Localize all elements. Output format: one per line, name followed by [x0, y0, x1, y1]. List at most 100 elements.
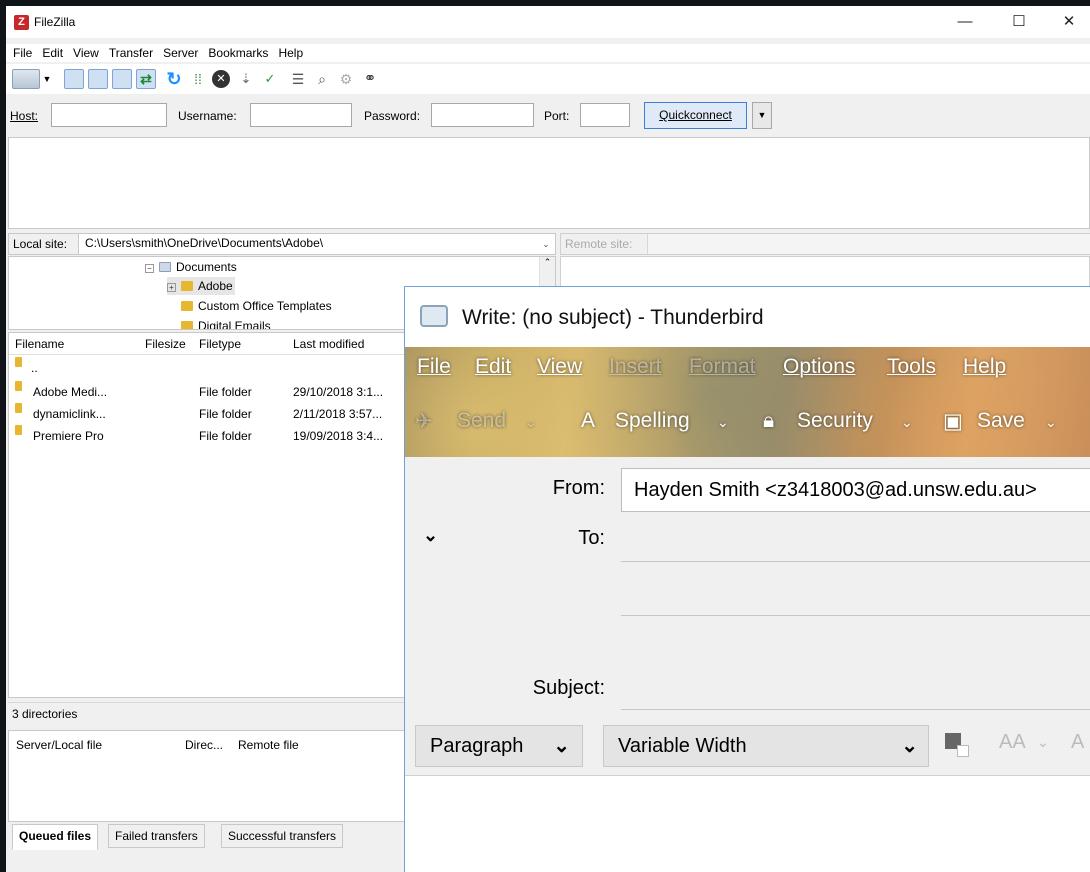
column-filesize[interactable]: Filesize: [145, 337, 186, 351]
menu-view[interactable]: View: [68, 44, 104, 62]
column-last-modified[interactable]: Last modified: [293, 337, 364, 351]
save-button[interactable]: Save: [977, 409, 1025, 433]
folder-icon: [181, 301, 193, 311]
menu-help[interactable]: Help: [273, 44, 308, 62]
compare-directories-icon[interactable]: ⌕: [312, 69, 332, 89]
queue-column-direction[interactable]: Direc...: [185, 738, 223, 752]
compose-toolbar-banner: File Edit View Insert Format Options Too…: [405, 347, 1090, 457]
tb-menu-help[interactable]: Help: [963, 355, 1006, 379]
quickconnect-dropdown-icon[interactable]: ▼: [752, 102, 772, 129]
tb-menu-tools[interactable]: Tools: [887, 355, 936, 379]
to-label: To:: [578, 527, 605, 549]
tree-item-adobe[interactable]: + Adobe: [167, 277, 235, 295]
to-field[interactable]: [621, 561, 1090, 562]
paragraph-select[interactable]: Paragraph ⌄: [415, 725, 583, 767]
tab-successful-transfers[interactable]: Successful transfers: [221, 824, 344, 848]
background-color-icon[interactable]: [957, 745, 969, 757]
folder-icon: [181, 281, 193, 291]
username-input[interactable]: [250, 103, 352, 127]
compose-menu-bar: File Edit View Insert Format Options Too…: [405, 355, 1090, 385]
tree-item-custom-office-templates[interactable]: Custom Office Templates: [181, 297, 332, 315]
menu-bookmarks[interactable]: Bookmarks: [203, 44, 273, 62]
reconnect-icon[interactable]: ✓: [260, 69, 280, 89]
column-filetype[interactable]: Filetype: [199, 337, 241, 351]
save-dropdown-icon[interactable]: ⌄: [1045, 414, 1057, 431]
filetype-cell: File folder: [199, 407, 252, 421]
spelling-icon: A: [581, 409, 596, 432]
local-path-dropdown-icon[interactable]: ⌄: [539, 234, 553, 254]
site-manager-icon[interactable]: [12, 69, 40, 89]
port-input[interactable]: [580, 103, 630, 127]
port-label: Port:: [544, 109, 570, 123]
modified-cell: 2/11/2018 3:57...: [293, 407, 383, 421]
compose-toolbar: ✈ Send ⌄ A Spelling ⌄ 🔒︎ Security ⌄ ▣ Sa…: [405, 405, 1090, 441]
font-style-icon: A: [1071, 731, 1085, 753]
menu-file[interactable]: File: [6, 44, 37, 62]
tree-label: Digital Emails: [198, 319, 271, 330]
close-button[interactable]: ✕: [1046, 6, 1090, 38]
lock-icon: 🔒︎: [763, 409, 775, 432]
search-files-icon[interactable]: ⚭: [360, 69, 380, 89]
local-site-path[interactable]: C:\Users\smith\OneDrive\Documents\Adobe\: [78, 234, 555, 254]
tree-item-partial[interactable]: Digital Emails: [181, 317, 271, 330]
save-icon: ▣: [943, 410, 963, 433]
toggle-message-log-icon[interactable]: [64, 69, 84, 89]
font-select[interactable]: Variable Width ⌄: [603, 725, 929, 767]
tb-menu-view[interactable]: View: [537, 355, 582, 379]
compose-envelope-icon: [420, 305, 448, 327]
maximize-button[interactable]: ☐: [996, 6, 1042, 38]
window-title: FileZilla: [34, 15, 76, 29]
cc-field[interactable]: [621, 615, 1090, 616]
filezilla-logo-icon: Z: [14, 15, 29, 30]
toggle-local-tree-icon[interactable]: [88, 69, 108, 89]
remote-site-path[interactable]: [647, 234, 1090, 254]
security-dropdown-icon[interactable]: ⌄: [901, 414, 913, 431]
message-log[interactable]: [8, 137, 1090, 229]
thunderbird-compose-window: Write: (no subject) - Thunderbird File E…: [404, 286, 1090, 872]
tb-menu-options[interactable]: Options: [783, 355, 855, 379]
tab-queued-files[interactable]: Queued files: [12, 824, 99, 850]
tb-menu-insert: Insert: [609, 355, 662, 378]
filename-cell: dynamiclink...: [33, 407, 106, 421]
chevron-down-icon: ⌄: [901, 735, 918, 757]
chevron-down-icon: ⌄: [553, 735, 570, 757]
menu-edit[interactable]: Edit: [37, 44, 68, 62]
queue-column-server-local[interactable]: Server/Local file: [16, 738, 102, 752]
refresh-icon[interactable]: ↻: [164, 69, 184, 89]
cancel-operation-icon[interactable]: ✕: [212, 70, 230, 88]
directory-filter-icon[interactable]: ☰: [288, 69, 308, 89]
toggle-transfer-queue-icon[interactable]: ⇄: [136, 69, 156, 89]
spelling-button[interactable]: Spelling: [615, 409, 690, 433]
message-body-editor[interactable]: [405, 775, 1090, 872]
disconnect-icon[interactable]: ⇣: [236, 69, 256, 89]
tab-failed-transfers[interactable]: Failed transfers: [108, 824, 205, 848]
send-button: Send: [457, 409, 507, 432]
subject-field[interactable]: [621, 709, 1090, 710]
password-input[interactable]: [431, 103, 534, 127]
spelling-dropdown-icon[interactable]: ⌄: [717, 414, 729, 431]
queue-column-remote-file[interactable]: Remote file: [238, 738, 299, 752]
from-field[interactable]: Hayden Smith <z3418003@ad.unsw.edu.au>: [621, 468, 1090, 512]
minimize-button[interactable]: —: [942, 6, 988, 38]
font-select-value: Variable Width: [618, 735, 747, 757]
toggle-remote-tree-icon[interactable]: [112, 69, 132, 89]
sync-browsing-icon[interactable]: ⚙: [336, 69, 356, 89]
site-manager-dropdown-icon[interactable]: ▼: [42, 69, 52, 89]
security-button[interactable]: Security: [797, 409, 873, 433]
menu-server[interactable]: Server: [158, 44, 203, 62]
modified-cell: 29/10/2018 3:1...: [293, 385, 384, 399]
font-size-icon: AA: [999, 731, 1026, 753]
tb-menu-file[interactable]: File: [417, 355, 451, 379]
collapse-icon[interactable]: −: [145, 264, 154, 273]
menu-transfer[interactable]: Transfer: [104, 44, 158, 62]
tb-menu-edit[interactable]: Edit: [475, 355, 511, 379]
host-label: Host:: [10, 109, 39, 123]
quickconnect-button[interactable]: Quickconnect: [644, 102, 747, 129]
column-filename[interactable]: Filename: [15, 337, 64, 351]
tree-item-documents[interactable]: − Documents: [145, 258, 237, 276]
host-input[interactable]: [51, 103, 167, 127]
expand-icon[interactable]: +: [167, 283, 176, 292]
format-toolbar: Paragraph ⌄ Variable Width ⌄ AA ⌄ A: [405, 717, 1090, 775]
chevron-down-icon[interactable]: ⌄: [423, 525, 438, 546]
process-queue-icon[interactable]: ⁞⁞: [188, 69, 208, 89]
